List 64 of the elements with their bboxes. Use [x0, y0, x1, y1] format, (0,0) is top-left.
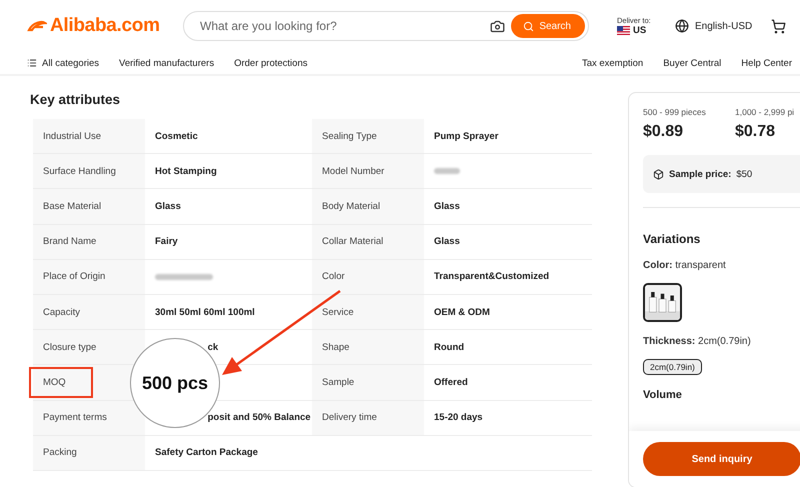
- attribute-label: MOQ: [43, 376, 66, 388]
- attribute-label: Body Material: [322, 200, 380, 212]
- nav-link[interactable]: Order protections: [234, 58, 308, 68]
- section-title: Key attributes: [30, 92, 122, 107]
- attribute-label: Surface Handling: [43, 166, 116, 177]
- nav-link[interactable]: Verified manufacturers: [119, 58, 214, 68]
- attribute-value: Fairy: [155, 236, 178, 248]
- attribute-value: Hot Stamping: [155, 166, 217, 177]
- attribute-value: Transparent&Customized: [434, 271, 550, 282]
- variations-title: Variations: [643, 232, 702, 246]
- language-selector[interactable]: English-USD: [695, 20, 752, 32]
- attribute-label: Payment terms: [43, 412, 107, 424]
- attribute-value: posit and 50% Balance: [208, 412, 311, 424]
- attribute-label: Industrial Use: [43, 130, 102, 142]
- nav-link[interactable]: Tax exemption: [582, 58, 644, 68]
- attribute-label: Packing: [43, 447, 77, 458]
- thickness-selection: Thickness: 2cm(0.79in): [643, 336, 752, 347]
- attribute-value: Pump Sprayer: [434, 130, 498, 142]
- nav-link[interactable]: All categories: [27, 58, 100, 68]
- attribute-label: Brand Name: [43, 236, 96, 248]
- quantity-range: 1,000 - 2,999 pi: [735, 107, 796, 117]
- deliver-country[interactable]: US: [633, 25, 646, 36]
- search-icon: [523, 20, 534, 32]
- attribute-label: Sealing Type: [322, 130, 377, 142]
- attribute-label: Sample: [322, 376, 354, 388]
- flag-icon: [617, 26, 630, 35]
- price: $0.89: [643, 123, 684, 141]
- attribute-value: Glass: [434, 200, 460, 212]
- quantity-range: 500 - 999 pieces: [643, 107, 707, 117]
- attribute-label: Service: [322, 306, 354, 318]
- thickness-option[interactable]: 2cm(0.79in): [643, 359, 702, 375]
- box-icon: [653, 168, 664, 180]
- attribute-value: OEM & ODM: [434, 306, 490, 318]
- nav-link[interactable]: Help Center: [741, 58, 792, 68]
- attribute-label: Capacity: [43, 306, 80, 318]
- nav-link[interactable]: Buyer Central: [663, 58, 722, 68]
- attribute-label: Place of Origin: [43, 271, 106, 282]
- attribute-value: 30ml 50ml 60ml 100ml: [155, 306, 255, 318]
- attribute-label: Shape: [322, 342, 350, 353]
- volume-title: Volume: [643, 389, 683, 401]
- attribute-label: Model Number: [322, 166, 384, 177]
- attribute-label: Color: [322, 271, 345, 282]
- globe-icon: [675, 19, 689, 33]
- sample-label: Sample price:: [669, 168, 732, 180]
- attribute-label: Delivery time: [322, 412, 377, 424]
- camera-icon[interactable]: [490, 18, 506, 34]
- attribute-value: Glass: [434, 236, 460, 248]
- menu-icon: [27, 58, 37, 68]
- cart-icon[interactable]: [771, 18, 786, 34]
- sample-price: $50: [736, 168, 752, 180]
- attribute-label: Collar Material: [322, 236, 384, 248]
- color-selection: Color: transparent: [643, 260, 727, 271]
- attribute-value: 15-20 days: [434, 412, 483, 424]
- attribute-label: Closure type: [43, 342, 96, 353]
- attribute-value: Round: [434, 342, 464, 353]
- attribute-value: ck: [208, 342, 218, 353]
- attribute-value: Glass: [155, 200, 181, 212]
- attribute-value: Safety Carton Package: [155, 447, 258, 458]
- attribute-value: Cosmetic: [155, 130, 198, 142]
- send-inquiry-button[interactable]: Send inquiry: [643, 442, 800, 476]
- attribute-value: Offered: [434, 376, 468, 388]
- attribute-label: Base Material: [43, 200, 102, 212]
- price: $0.78: [735, 123, 776, 141]
- logo-icon: [27, 19, 47, 33]
